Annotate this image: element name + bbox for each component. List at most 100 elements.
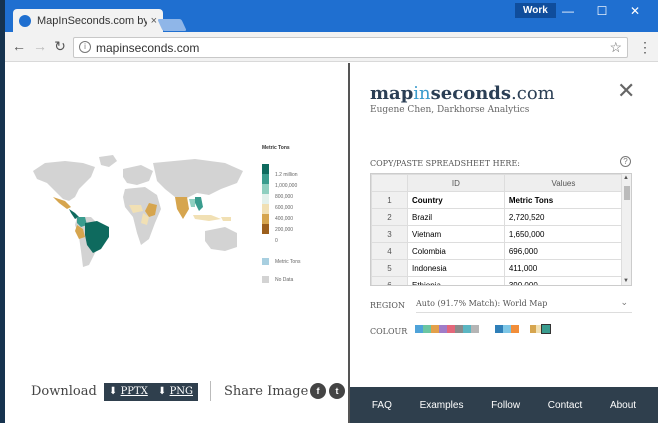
asia-region bbox=[153, 159, 243, 199]
cell-value[interactable]: 1,650,000 bbox=[503, 225, 624, 243]
paste-label: COPY/PASTE SPREADSHEET HERE: bbox=[370, 159, 520, 168]
legend-nodata-swatch bbox=[262, 276, 269, 283]
logo-com: .com bbox=[511, 83, 555, 104]
column-header: ID bbox=[407, 174, 505, 192]
table-row[interactable]: 6 Ethiopia 390,000 bbox=[371, 276, 624, 285]
reload-icon[interactable]: ↻ bbox=[52, 38, 68, 55]
url-text: mapinseconds.com bbox=[96, 41, 200, 55]
download-png-button[interactable]: ⬇ PNG bbox=[153, 383, 199, 401]
vietnam-region bbox=[195, 197, 203, 211]
india-region bbox=[175, 197, 189, 219]
table-row[interactable]: 5 Indonesia 411,000 bbox=[371, 259, 624, 277]
forward-arrow-icon[interactable]: → bbox=[32, 38, 48, 54]
maximize-icon[interactable]: ☐ bbox=[589, 4, 615, 18]
legend-label: 0 bbox=[275, 238, 278, 244]
footer-examples-link[interactable]: Examples bbox=[420, 400, 464, 411]
row-number: 1 bbox=[371, 191, 408, 209]
legend-swatch bbox=[262, 164, 269, 174]
pptx-label: PPTX bbox=[120, 386, 148, 397]
footer-faq-link[interactable]: FAQ bbox=[372, 400, 392, 411]
cell-id[interactable]: Indonesia bbox=[407, 259, 505, 277]
region-select[interactable]: Auto (91.7% Match): World Map ⌄ bbox=[416, 298, 632, 313]
africa-region bbox=[123, 187, 161, 245]
minimize-icon[interactable]: — bbox=[555, 4, 581, 18]
row-number: 3 bbox=[371, 225, 408, 243]
footer-nav: FAQ Examples Follow Contact About bbox=[350, 387, 658, 423]
browser-toolbar: ← → ↻ i mapinseconds.com ☆ ⋮ bbox=[5, 32, 658, 62]
table-row[interactable]: 4 Colombia 696,000 bbox=[371, 242, 624, 260]
corner-cell bbox=[371, 174, 408, 192]
map-panel: Metric Tons 1.2 million 1,000,000 800,00… bbox=[5, 63, 349, 423]
australia-region bbox=[205, 227, 237, 251]
cell-id[interactable]: Colombia bbox=[407, 242, 505, 260]
logo-in: in bbox=[413, 83, 431, 104]
control-panel: mapinseconds.com Eugene Chen, Darkhorse … bbox=[350, 63, 658, 423]
site-logo[interactable]: mapinseconds.com bbox=[370, 83, 555, 104]
legend-swatch bbox=[262, 214, 269, 224]
footer-contact-link[interactable]: Contact bbox=[548, 400, 582, 411]
indonesia-region bbox=[193, 215, 221, 221]
download-pptx-button[interactable]: ⬇ PPTX bbox=[104, 383, 153, 401]
table-row[interactable]: 3 Vietnam 1,650,000 bbox=[371, 225, 624, 243]
browser-window: MapInSeconds.com by D × Work — ☐ ✕ ← → ↻… bbox=[5, 0, 658, 423]
scroll-up-icon[interactable]: ▲ bbox=[623, 175, 629, 181]
cell-value[interactable]: 696,000 bbox=[503, 242, 624, 260]
row-number: 6 bbox=[371, 276, 408, 285]
europe-region bbox=[123, 165, 153, 185]
cell-id[interactable]: Ethiopia bbox=[407, 276, 505, 285]
window-close-icon[interactable]: ✕ bbox=[622, 4, 648, 18]
bookmark-star-icon[interactable]: ☆ bbox=[609, 39, 622, 56]
cell-id[interactable]: Brazil bbox=[407, 208, 505, 226]
tab-close-icon[interactable]: × bbox=[151, 15, 157, 27]
row-number: 4 bbox=[371, 242, 408, 260]
site-favicon-icon bbox=[19, 14, 31, 27]
legend-label: 200,000 bbox=[275, 227, 294, 233]
help-icon[interactable]: ? bbox=[620, 156, 631, 167]
cell-id[interactable]: Country bbox=[407, 191, 505, 209]
footer-follow-link[interactable]: Follow bbox=[491, 400, 520, 411]
address-bar[interactable]: i mapinseconds.com ☆ bbox=[73, 37, 628, 58]
back-arrow-icon[interactable]: ← bbox=[11, 38, 27, 54]
cell-value[interactable]: 411,000 bbox=[503, 259, 624, 277]
colour-palette-option-selected[interactable] bbox=[530, 324, 551, 334]
twitter-icon[interactable]: t bbox=[329, 383, 345, 399]
cell-value[interactable]: Metric Tons bbox=[503, 191, 624, 209]
legend-swatch bbox=[262, 194, 269, 204]
tab-title: MapInSeconds.com by D bbox=[37, 14, 147, 27]
colour-palette-option[interactable] bbox=[415, 325, 479, 333]
site-info-icon[interactable]: i bbox=[79, 41, 91, 53]
logo-map: map bbox=[370, 83, 414, 104]
southeast-asia-region bbox=[189, 199, 195, 207]
table-row[interactable]: 2 Brazil 2,720,520 bbox=[371, 208, 624, 226]
sheet-scrollbar[interactable]: ▲ ▼ bbox=[621, 174, 631, 285]
title-bar: MapInSeconds.com by D × Work — ☐ ✕ bbox=[5, 0, 658, 32]
new-tab-button[interactable] bbox=[157, 19, 187, 31]
legend-label: 1,000,000 bbox=[275, 183, 298, 189]
chevron-down-icon: ⌄ bbox=[620, 298, 628, 308]
scroll-thumb[interactable] bbox=[624, 186, 630, 200]
spreadsheet-input[interactable]: ID Values 1 Country Metric Tons 2 Brazil… bbox=[370, 173, 632, 286]
footer-about-link[interactable]: About bbox=[610, 400, 636, 411]
logo-seconds: seconds bbox=[430, 83, 512, 104]
region-value: Auto (91.7% Match): World Map bbox=[416, 299, 548, 308]
cell-id[interactable]: Vietnam bbox=[407, 225, 505, 243]
colour-palette-option[interactable] bbox=[495, 325, 519, 333]
legend-label: 1.2 million bbox=[275, 172, 298, 178]
world-map[interactable] bbox=[25, 153, 250, 273]
profile-badge[interactable]: Work bbox=[515, 3, 556, 18]
facebook-icon[interactable]: f bbox=[310, 383, 326, 399]
close-panel-icon[interactable]: ✕ bbox=[617, 80, 635, 102]
download-label: Download bbox=[31, 384, 97, 399]
table-row[interactable]: 1 Country Metric Tons bbox=[371, 191, 624, 209]
cell-value[interactable]: 2,720,520 bbox=[503, 208, 624, 226]
browser-tab[interactable]: MapInSeconds.com by D × bbox=[13, 9, 163, 32]
author-credit: Eugene Chen, Darkhorse Analytics bbox=[370, 105, 530, 115]
kebab-menu-icon[interactable]: ⋮ bbox=[638, 39, 652, 56]
north-america-region bbox=[33, 161, 95, 201]
legend-title: Metric Tons bbox=[262, 145, 290, 151]
legend-swatch bbox=[262, 184, 269, 194]
legend-swatch bbox=[262, 174, 269, 184]
scroll-down-icon[interactable]: ▼ bbox=[623, 278, 629, 284]
cell-value[interactable]: 390,000 bbox=[503, 276, 624, 285]
greenland-region bbox=[99, 155, 117, 167]
